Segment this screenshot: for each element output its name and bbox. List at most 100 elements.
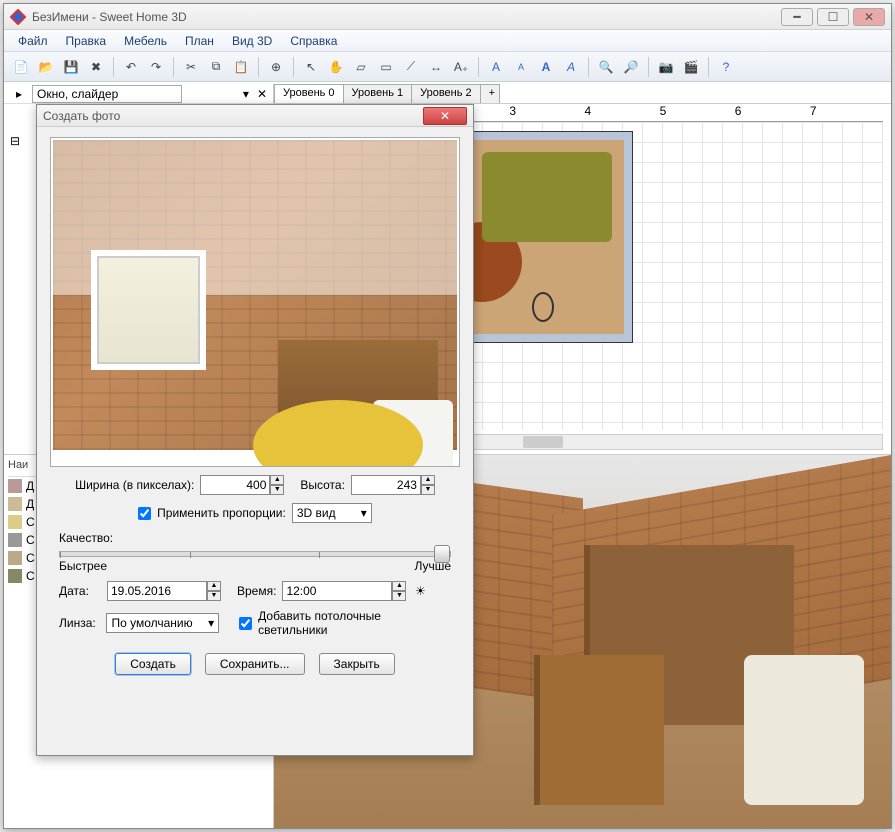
ruler-tick: 5: [658, 104, 733, 121]
datetime-row: Дата: ▲▼ Время: ▲▼ ☀: [45, 581, 465, 601]
date-spinner[interactable]: ▲▼: [107, 581, 221, 601]
save-button[interactable]: Сохранить...: [205, 653, 305, 675]
zoom-in-icon[interactable]: 🔍: [595, 56, 617, 78]
aspect-row: Применить пропорции: 3D вид▾: [45, 503, 465, 523]
add-tab-button[interactable]: +: [480, 84, 500, 103]
spin-up-icon[interactable]: ▲: [270, 475, 284, 485]
spin-up-icon[interactable]: ▲: [421, 475, 435, 485]
date-label: Дата:: [59, 584, 101, 598]
italic-icon[interactable]: A: [560, 56, 582, 78]
aspect-select[interactable]: 3D вид ▾: [292, 503, 372, 523]
paste-icon[interactable]: 📋: [230, 56, 252, 78]
aspect-checkbox[interactable]: [138, 507, 151, 520]
dialog-close-button[interactable]: ✕: [423, 107, 467, 125]
text-bigger-icon[interactable]: A: [485, 56, 507, 78]
bold-icon[interactable]: A: [535, 56, 557, 78]
time-spinner[interactable]: ▲▼: [282, 581, 406, 601]
ruler-tick: 6: [733, 104, 808, 121]
video-icon[interactable]: 🎬: [680, 56, 702, 78]
app-icon: [10, 9, 26, 25]
ceiling-lights-checkbox[interactable]: [239, 617, 252, 630]
quality-row: Качество: Быстрее Лучше: [59, 531, 451, 573]
height-input[interactable]: [351, 475, 421, 495]
height-spinner[interactable]: ▲▼: [351, 475, 435, 495]
add-furniture-icon[interactable]: ⊕: [265, 56, 287, 78]
maximize-button[interactable]: ☐: [817, 8, 849, 26]
polyline-icon[interactable]: ⟋: [400, 56, 422, 78]
toolbar-separator: [648, 57, 649, 77]
quality-fast-label: Быстрее: [59, 559, 107, 573]
quality-slider[interactable]: [59, 551, 451, 557]
menu-edit[interactable]: Правка: [58, 32, 115, 50]
size-row: Ширина (в пикселах): ▲▼ Высота: ▲▼: [45, 475, 465, 495]
open-icon[interactable]: 📂: [35, 56, 57, 78]
spin-down-icon[interactable]: ▼: [392, 591, 406, 601]
toolbar-separator: [588, 57, 589, 77]
aspect-select-value: 3D вид: [297, 506, 336, 520]
close-dialog-button[interactable]: Закрыть: [319, 653, 395, 675]
toolbar-separator: [478, 57, 479, 77]
lens-value: По умолчанию: [111, 616, 192, 630]
list-item-label: С: [26, 551, 35, 565]
window-title: БезИмени - Sweet Home 3D: [32, 10, 781, 24]
menu-file[interactable]: Файл: [10, 32, 56, 50]
prefs-icon[interactable]: ✖: [85, 56, 107, 78]
create-button[interactable]: Создать: [115, 653, 191, 675]
wall-icon[interactable]: ▱: [350, 56, 372, 78]
dialog-titlebar: Создать фото ✕: [37, 105, 473, 127]
slider-thumb[interactable]: [434, 545, 450, 563]
camera-icon[interactable]: [532, 292, 554, 322]
zoom-out-icon[interactable]: 🔎: [620, 56, 642, 78]
width-input[interactable]: [200, 475, 270, 495]
catalog-selected-field[interactable]: [32, 85, 182, 103]
spin-up-icon[interactable]: ▲: [392, 581, 406, 591]
width-spinner[interactable]: ▲▼: [200, 475, 284, 495]
spin-down-icon[interactable]: ▼: [207, 591, 221, 601]
pan-icon[interactable]: ✋: [325, 56, 347, 78]
menu-help[interactable]: Справка: [282, 32, 345, 50]
level-tabs: Уровень 0 Уровень 1 Уровень 2 +: [274, 84, 891, 104]
list-item-label: С: [26, 533, 35, 547]
spin-down-icon[interactable]: ▼: [421, 485, 435, 495]
save-icon[interactable]: 💾: [60, 56, 82, 78]
dialog-body: Ширина (в пикселах): ▲▼ Высота: ▲▼ Приме…: [37, 127, 473, 691]
toolbar-separator: [293, 57, 294, 77]
quality-label: Качество:: [59, 531, 113, 545]
spin-up-icon[interactable]: ▲: [207, 581, 221, 591]
photo-dialog: Создать фото ✕ Ширина (в пикселах): ▲▼ В…: [36, 104, 474, 756]
dimension-icon[interactable]: ↔: [425, 56, 447, 78]
copy-icon[interactable]: ⧉: [205, 56, 227, 78]
tab-level-2[interactable]: Уровень 2: [411, 84, 481, 103]
photo-icon[interactable]: 📷: [655, 56, 677, 78]
date-input[interactable]: [107, 581, 207, 601]
room-icon[interactable]: ▭: [375, 56, 397, 78]
close-button[interactable]: ✕: [853, 8, 885, 26]
menu-furniture[interactable]: Мебель: [116, 32, 175, 50]
undo-icon[interactable]: ↶: [120, 56, 142, 78]
lens-select[interactable]: По умолчанию▾: [106, 613, 219, 633]
menu-3dview[interactable]: Вид 3D: [224, 32, 280, 50]
minimize-button[interactable]: ━: [781, 8, 813, 26]
spin-down-icon[interactable]: ▼: [270, 485, 284, 495]
text-icon[interactable]: A₊: [450, 56, 472, 78]
redo-icon[interactable]: ↷: [145, 56, 167, 78]
toolbar: 📄 📂 💾 ✖ ↶ ↷ ✂ ⧉ 📋 ⊕ ↖ ✋ ▱ ▭ ⟋ ↔ A₊ A A A…: [4, 52, 891, 82]
3d-furniture: [534, 655, 664, 805]
list-item-label: С: [26, 515, 35, 529]
sun-icon[interactable]: ☀: [412, 583, 428, 599]
tab-level-0[interactable]: Уровень 0: [274, 84, 344, 103]
furniture-sofa[interactable]: [482, 152, 612, 242]
catalog-clear-icon[interactable]: ✕: [253, 87, 271, 101]
time-input[interactable]: [282, 581, 392, 601]
menu-plan[interactable]: План: [177, 32, 222, 50]
cut-icon[interactable]: ✂: [180, 56, 202, 78]
text-smaller-icon[interactable]: A: [510, 56, 532, 78]
ruler-tick: 4: [583, 104, 658, 121]
help-icon[interactable]: ?: [715, 56, 737, 78]
chevron-down-icon: ▾: [361, 506, 367, 520]
new-icon[interactable]: 📄: [10, 56, 32, 78]
tab-level-1[interactable]: Уровень 1: [343, 84, 413, 103]
select-icon[interactable]: ↖: [300, 56, 322, 78]
catalog-dropdown-icon[interactable]: ▾: [239, 87, 253, 101]
tree-toggle-icon[interactable]: ▸: [6, 87, 32, 101]
